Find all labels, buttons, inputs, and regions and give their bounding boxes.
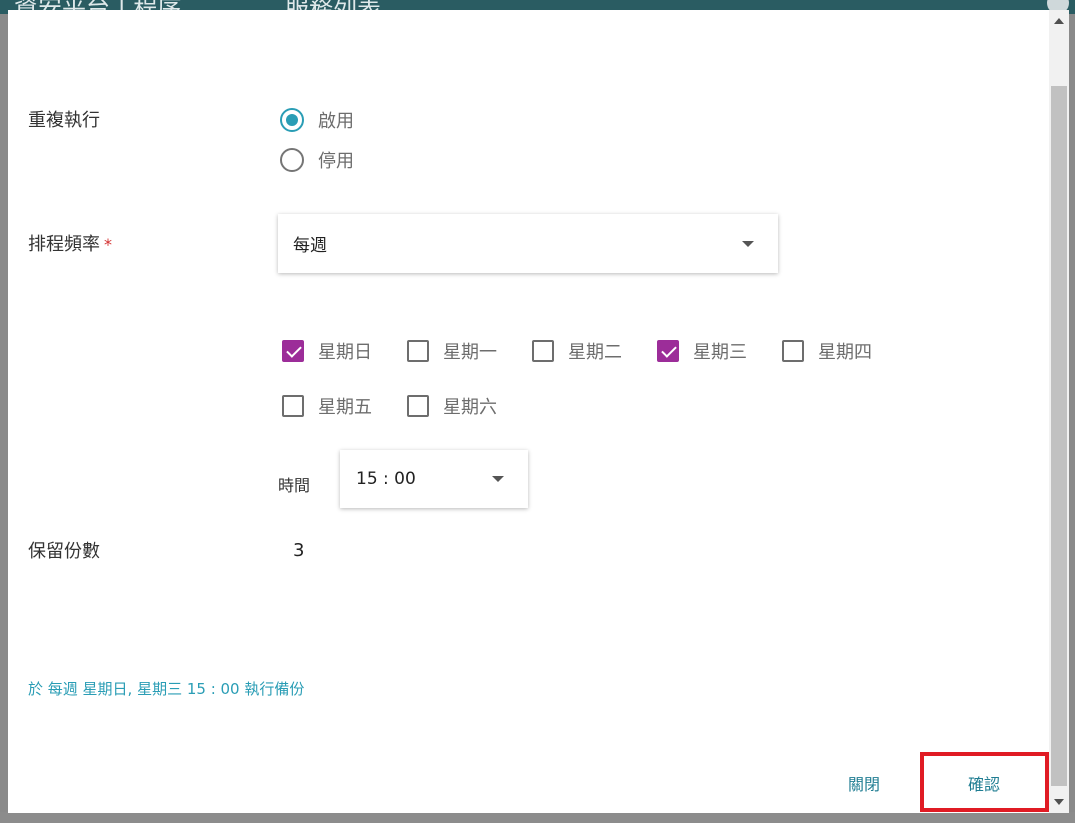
weekday-label[interactable]: 星期四 — [818, 338, 872, 364]
caret-down-icon[interactable] — [742, 241, 754, 247]
weekday-checkbox-fri[interactable]: 星期五 — [282, 393, 372, 419]
time-select[interactable]: 15 : 00 — [340, 450, 528, 508]
required-mark: * — [104, 235, 112, 254]
scrollbar-thumb[interactable] — [1051, 86, 1067, 786]
frequency-label-text: 排程頻率 — [28, 234, 100, 255]
dialog-scrollbar[interactable] — [1049, 10, 1069, 813]
radio-checked-icon[interactable] — [280, 108, 304, 132]
checkbox-unchecked-icon[interactable] — [407, 340, 429, 362]
checkbox-unchecked-icon[interactable] — [532, 340, 554, 362]
weekday-checkbox-tue[interactable]: 星期二 — [532, 338, 622, 364]
frequency-select[interactable]: 每週 — [278, 214, 778, 273]
frequency-select-value: 每週 — [293, 236, 327, 256]
weekday-checkbox-thu[interactable]: 星期四 — [782, 338, 872, 364]
weekday-checkbox-sat[interactable]: 星期六 — [407, 393, 497, 419]
repeat-enable-label[interactable]: 啟用 — [318, 107, 354, 133]
weekday-checkbox-sun[interactable]: 星期日 — [282, 338, 372, 364]
weekday-checkbox-wed[interactable]: 星期三 — [657, 338, 747, 364]
weekday-checkbox-mon[interactable]: 星期一 — [407, 338, 497, 364]
repeat-disable-radio[interactable]: 停用 — [280, 147, 354, 173]
checkbox-unchecked-icon[interactable] — [782, 340, 804, 362]
weekday-label[interactable]: 星期一 — [443, 338, 497, 364]
schedule-summary: 於 每週 星期日, 星期三 15 : 00 執行備份 — [28, 680, 305, 698]
time-select-value: 15 : 00 — [356, 469, 416, 489]
scroll-down-arrow-icon[interactable] — [1054, 799, 1064, 805]
repeat-enable-radio[interactable]: 啟用 — [280, 107, 354, 133]
checkbox-unchecked-icon[interactable] — [407, 395, 429, 417]
retain-value: 3 — [293, 540, 305, 561]
weekday-label[interactable]: 星期五 — [318, 393, 372, 419]
weekday-label[interactable]: 星期二 — [568, 338, 622, 364]
checkbox-checked-icon[interactable] — [657, 340, 679, 362]
background-footer — [0, 812, 1075, 823]
checkbox-unchecked-icon[interactable] — [282, 395, 304, 417]
confirm-highlight-box — [920, 752, 1049, 812]
scroll-up-arrow-icon[interactable] — [1054, 18, 1064, 24]
weekday-label[interactable]: 星期六 — [443, 393, 497, 419]
time-label: 時間 — [278, 476, 311, 495]
caret-down-icon[interactable] — [492, 476, 504, 482]
checkbox-checked-icon[interactable] — [282, 340, 304, 362]
repeat-label: 重複執行 — [28, 110, 100, 131]
frequency-label: 排程頻率 * — [28, 230, 112, 256]
retain-label: 保留份數 — [28, 541, 100, 562]
radio-unchecked-icon[interactable] — [280, 148, 304, 172]
close-button[interactable]: 關閉 — [838, 768, 890, 798]
repeat-disable-label[interactable]: 停用 — [318, 147, 354, 173]
weekday-label[interactable]: 星期三 — [693, 338, 747, 364]
weekday-label[interactable]: 星期日 — [318, 338, 372, 364]
